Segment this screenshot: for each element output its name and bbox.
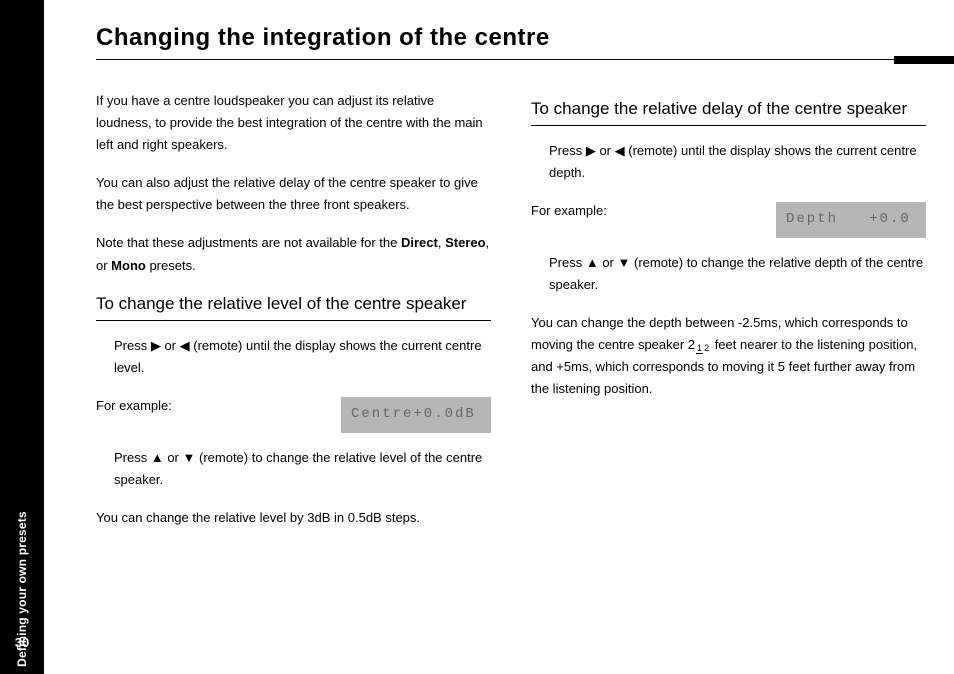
intro-paragraph-2: You can also adjust the relative delay o… bbox=[96, 172, 491, 216]
step-press-up-down: Press ▲ or ▼ (remote) to change the rela… bbox=[96, 447, 491, 491]
content: Changing the integration of the centre I… bbox=[92, 24, 926, 545]
left-icon: ◀ bbox=[180, 338, 190, 353]
column-left: If you have a centre loudspeaker you can… bbox=[96, 90, 491, 545]
level-range-note: You can change the relative level by 3dB… bbox=[96, 507, 491, 529]
step-press-up-down-2: Press ▲ or ▼ (remote) to change the rela… bbox=[531, 252, 926, 296]
down-icon: ▼ bbox=[618, 255, 631, 270]
sidebar: Defining your own presets 30 bbox=[0, 0, 44, 674]
page-title: Changing the integration of the centre bbox=[96, 24, 926, 52]
up-icon: ▲ bbox=[151, 450, 164, 465]
right-icon: ▶ bbox=[586, 143, 596, 158]
subheading-delay: To change the relative delay of the cent… bbox=[531, 98, 926, 121]
display-example-centre: Centre+0.0dB bbox=[341, 397, 491, 433]
page-number: 30 bbox=[0, 635, 44, 650]
lcd-display: Centre+0.0dB bbox=[341, 397, 491, 433]
step-press-left-right-2: Press ▶ or ◀ (remote) until the display … bbox=[531, 140, 926, 184]
down-icon: ▼ bbox=[183, 450, 196, 465]
step-press-left-right: Press ▶ or ◀ (remote) until the display … bbox=[96, 335, 491, 379]
fraction: 12 bbox=[696, 344, 710, 353]
left-icon: ◀ bbox=[615, 143, 625, 158]
display-example-depth: Depth +0.0 bbox=[776, 202, 926, 238]
depth-range-note: You can change the depth between -2.5ms,… bbox=[531, 312, 926, 400]
right-icon: ▶ bbox=[151, 338, 161, 353]
title-rule bbox=[96, 58, 926, 62]
up-icon: ▲ bbox=[586, 255, 599, 270]
intro-paragraph-1: If you have a centre loudspeaker you can… bbox=[96, 90, 491, 156]
lcd-display: Depth +0.0 bbox=[776, 202, 926, 238]
subheading-level: To change the relative level of the cent… bbox=[96, 293, 491, 316]
intro-paragraph-3: Note that these adjustments are not avai… bbox=[96, 232, 491, 276]
column-right: To change the relative delay of the cent… bbox=[531, 90, 926, 545]
